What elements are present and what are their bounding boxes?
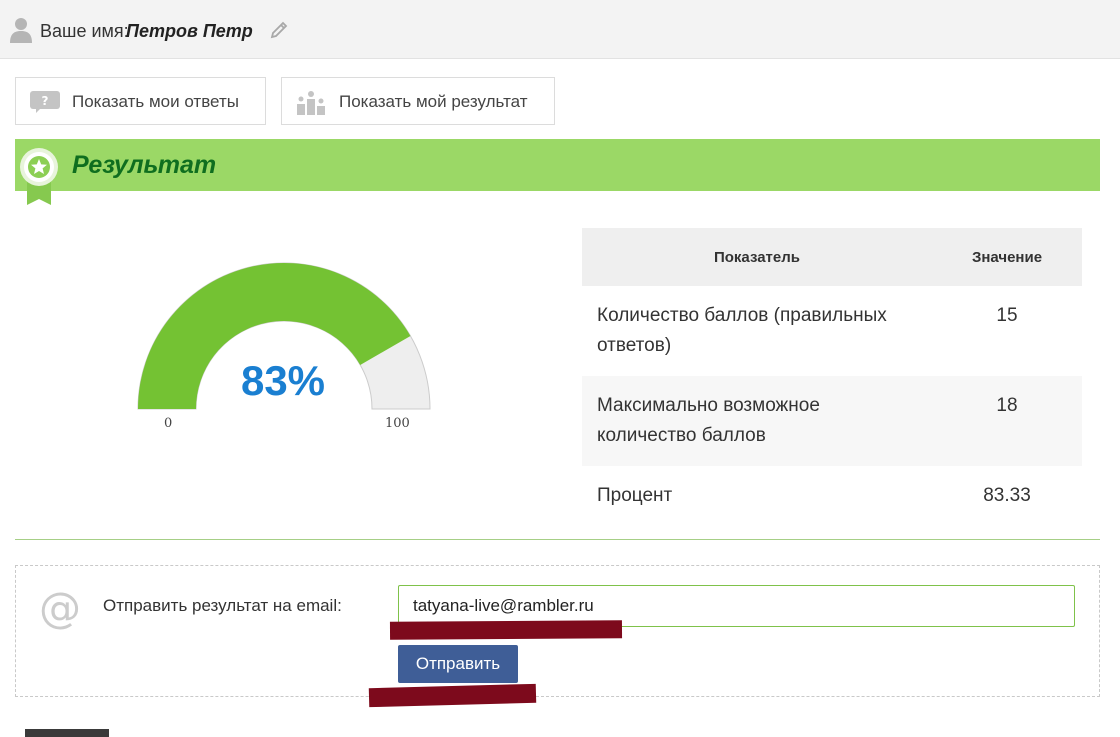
email-label: Отправить результат на email: <box>103 596 342 615</box>
question-bubble-icon: ? <box>30 91 60 113</box>
show-answers-button[interactable]: ? Показать мои ответы <box>15 77 266 125</box>
show-answers-label: Показать мои ответы <box>72 92 239 111</box>
at-icon: @ <box>39 586 81 630</box>
score-gauge <box>137 262 431 410</box>
award-icon <box>20 148 58 205</box>
redaction-mark <box>389 620 623 640</box>
header-indicator: Показатель <box>582 228 932 286</box>
show-result-label: Показать мой результат <box>339 92 528 111</box>
table-row: Максимально возможное количество баллов … <box>582 376 1082 466</box>
result-title: Результат <box>72 151 217 179</box>
redaction-mark <box>368 683 537 708</box>
gauge-max-label: 100 <box>385 416 410 431</box>
show-result-button[interactable]: Показать мой результат <box>281 77 555 125</box>
header-value: Значение <box>932 228 1082 286</box>
row-label: Максимально возможное количество баллов <box>582 376 932 466</box>
table-header-row: Показатель Значение <box>582 228 1082 286</box>
gauge-percent: 83% <box>240 357 326 404</box>
result-banner: Результат <box>15 139 1100 205</box>
gauge-min-label: 0 <box>164 416 173 431</box>
user-name: Петров Петр <box>126 21 253 41</box>
bottom-edge <box>25 729 109 737</box>
row-label: Процент <box>597 485 673 506</box>
section-divider <box>15 539 1100 540</box>
svg-text:?: ? <box>42 94 49 108</box>
row-value: 18 <box>932 376 1082 466</box>
row-value: 15 <box>996 305 1018 326</box>
send-button[interactable]: Отправить <box>398 645 518 683</box>
pencil-icon[interactable] <box>270 19 290 39</box>
podium-icon <box>297 91 325 115</box>
svg-text:@: @ <box>39 586 81 630</box>
row-label: Количество баллов (правильных ответов) <box>597 305 887 356</box>
row-value: 83.33 <box>983 485 1031 506</box>
results-table: Показатель Значение Количество баллов (п… <box>582 228 1082 526</box>
top-bar: Ваше имя: Петров Петр <box>0 0 1120 59</box>
user-icon <box>10 18 32 43</box>
name-label: Ваше имя: <box>40 21 129 41</box>
table-row: Процент 83.33 <box>582 466 1082 526</box>
table-row: Количество баллов (правильных ответов) 1… <box>582 286 1082 376</box>
